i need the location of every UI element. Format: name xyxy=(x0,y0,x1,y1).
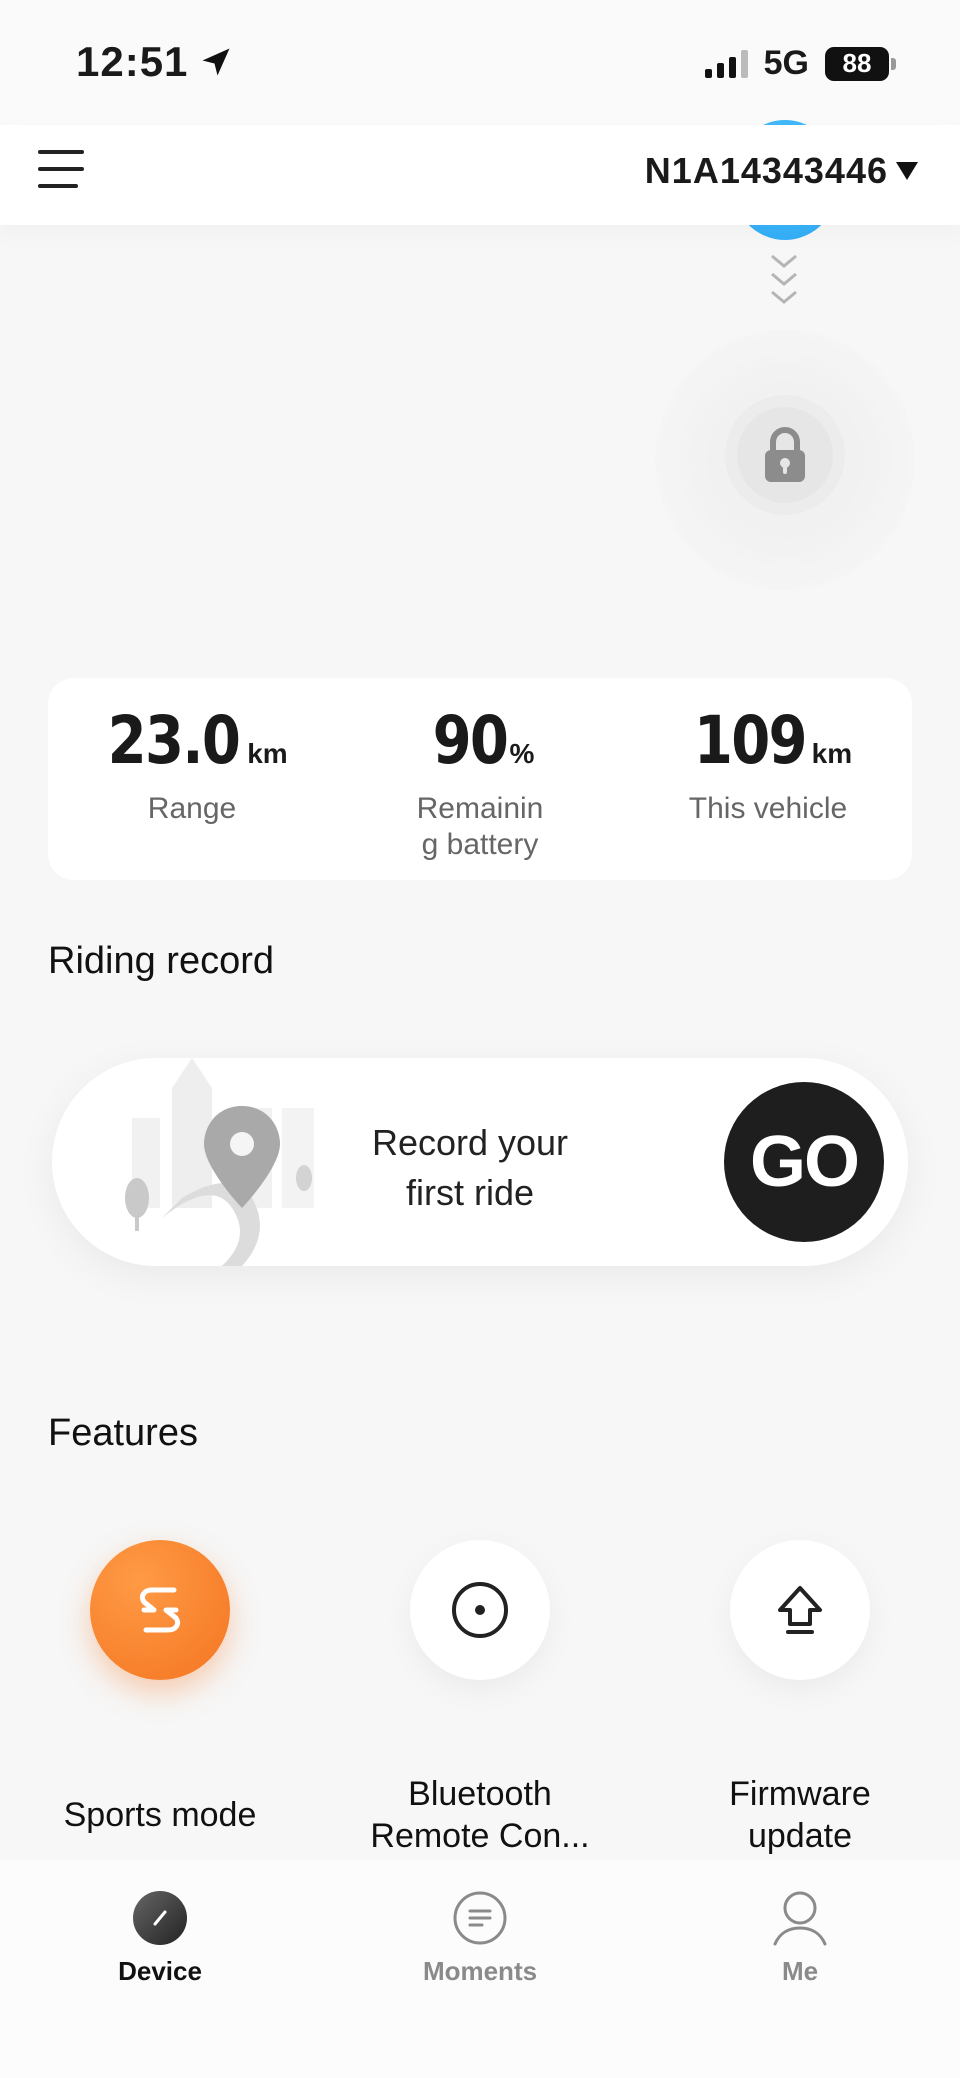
odometer-label: This vehicle xyxy=(688,792,848,825)
odometer-unit: km xyxy=(811,738,853,769)
firmware-update-label-line2: update xyxy=(747,1817,852,1855)
status-time-text: 12:51 xyxy=(76,38,189,85)
features-title: Features xyxy=(48,1412,198,1454)
location-arrow-icon xyxy=(202,48,230,76)
caret-down-icon xyxy=(896,162,918,180)
firmware-update-button[interactable] xyxy=(730,1540,870,1680)
range-label: Range xyxy=(147,792,237,825)
record-first-ride-card[interactable]: Record your first ride GO xyxy=(52,1058,908,1266)
firmware-update-icon xyxy=(778,1586,822,1634)
nav-moments[interactable]: Moments xyxy=(380,1890,580,1987)
battery-unit: % xyxy=(509,738,535,769)
user-icon xyxy=(773,1891,827,1946)
bluetooth-remote-label: Bluetooth Remote Con... xyxy=(370,1770,589,1860)
network-type: 5G xyxy=(763,44,809,82)
lock-icon xyxy=(765,427,805,482)
device-selector[interactable]: N1A14343446 xyxy=(645,150,920,192)
chevron-down-icon[interactable] xyxy=(766,252,802,312)
status-time: 12:51 xyxy=(76,38,234,86)
nav-device[interactable]: Device xyxy=(60,1890,260,1987)
cellular-signal-icon xyxy=(704,49,748,78)
device-icon xyxy=(133,1891,187,1945)
battery-level: 88 xyxy=(825,46,889,81)
nav-moments-label: Moments xyxy=(422,1956,538,1986)
range-value: 23.0 xyxy=(107,702,241,779)
riding-record-title: Riding record xyxy=(48,940,274,982)
nav-me[interactable]: Me xyxy=(700,1890,900,1987)
vehicle-stats-card: 23.0 km Range 90 % Remainin g battery 10… xyxy=(48,678,912,880)
battery-icon: 88 xyxy=(825,46,896,81)
sports-mode-icon xyxy=(139,1587,181,1633)
bluetooth-remote-button[interactable] xyxy=(410,1540,550,1680)
firmware-update-label-line1: Firmware xyxy=(729,1775,871,1813)
go-button[interactable]: GO xyxy=(724,1082,884,1242)
odometer-value: 109 xyxy=(693,702,808,779)
moments-icon xyxy=(453,1891,507,1945)
feature-bluetooth-remote[interactable]: Bluetooth Remote Con... xyxy=(330,1540,630,1860)
nav-device-label: Device xyxy=(118,1956,202,1986)
status-indicators: 5G 88 xyxy=(704,44,896,83)
battery-label: Remainin g battery xyxy=(416,792,544,861)
nav-me-label: Me xyxy=(781,1956,819,1986)
stat-range: 23.0 km Range xyxy=(48,678,336,880)
sports-mode-label: Sports mode xyxy=(64,1770,257,1860)
stat-battery: 90 % Remainin g battery xyxy=(336,678,624,880)
sports-mode-label-text: Sports mode xyxy=(63,1796,257,1834)
firmware-update-label: Firmware update xyxy=(729,1770,871,1860)
device-id: N1A14343446 xyxy=(644,150,888,191)
bluetooth-remote-label-line2: Remote Con... xyxy=(370,1817,590,1855)
lock-button-ring[interactable] xyxy=(725,395,845,515)
bluetooth-remote-icon xyxy=(452,1582,508,1638)
battery-value: 90 xyxy=(432,702,508,779)
bluetooth-remote-label-line1: Bluetooth xyxy=(408,1775,552,1813)
range-unit: km xyxy=(247,738,288,769)
stat-odometer: 109 km This vehicle xyxy=(624,678,912,880)
feature-firmware-update[interactable]: Firmware update xyxy=(650,1540,950,1860)
menu-icon[interactable] xyxy=(38,150,86,190)
feature-sports-mode[interactable]: Sports mode xyxy=(10,1540,310,1860)
sports-mode-button[interactable] xyxy=(90,1540,230,1680)
